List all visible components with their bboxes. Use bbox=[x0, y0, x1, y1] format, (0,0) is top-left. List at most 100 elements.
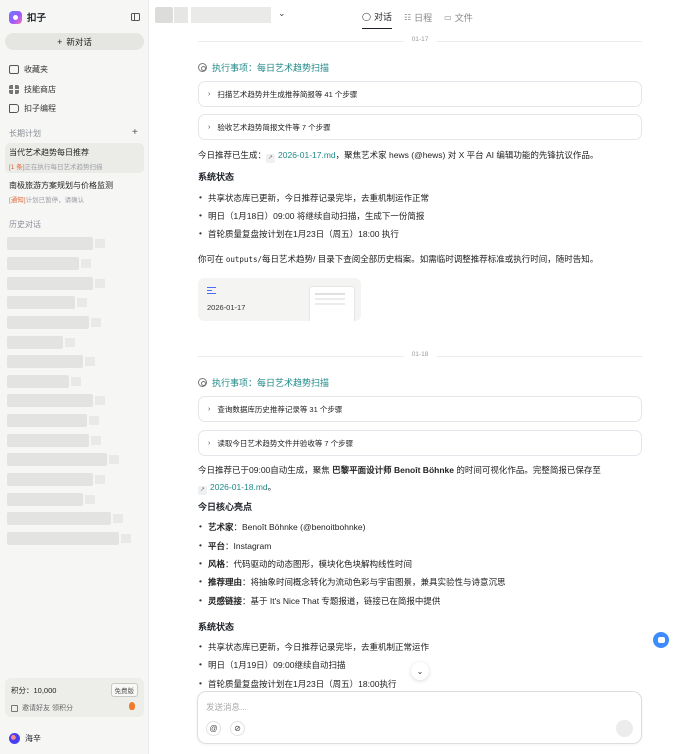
file-name: 2026-01-17 bbox=[207, 303, 246, 312]
file-thumbnail bbox=[309, 286, 355, 321]
paperclip-icon: ⊘ bbox=[234, 724, 241, 733]
history-item[interactable] bbox=[7, 394, 105, 407]
item-key: 推荐理由 bbox=[208, 577, 243, 587]
sidebar-item-label: 扣子编程 bbox=[24, 103, 56, 113]
user-profile[interactable]: 海辛 bbox=[9, 733, 41, 744]
step-group[interactable]: › 扫描艺术趋势并生成推荐简报等 41 个步骤 bbox=[198, 81, 642, 107]
step-label: 扫描艺术趋势并生成推荐简报等 41 个步骤 bbox=[217, 89, 358, 99]
item-key: 灵感链接 bbox=[208, 596, 243, 606]
sidebar: 扣子 + 新对话 收藏夹 技能商店 扣子编程 长期计划 + 当代艺术趋势每日推荐… bbox=[0, 0, 149, 754]
message-composer[interactable]: 发送消息... @ ⊘ bbox=[197, 691, 642, 744]
text: 每日艺术趋势/ 目录下查阅全部历史档案。如需临时调整推荐标准或执行时间，随时告知… bbox=[262, 254, 599, 264]
file-link[interactable]: 2026-01-18.md bbox=[210, 482, 268, 492]
history-item[interactable] bbox=[7, 336, 75, 349]
plus-icon: + bbox=[57, 36, 63, 47]
step-group[interactable]: › 读取今日艺术趋势文件并验收等 7 个步骤 bbox=[198, 430, 642, 456]
history-title: 历史对话 bbox=[9, 220, 41, 229]
project-name-blur[interactable] bbox=[191, 7, 271, 23]
history-item[interactable] bbox=[7, 512, 123, 525]
step-label: 读取今日艺术趋势文件并验收等 7 个步骤 bbox=[217, 438, 354, 448]
chevron-right-icon: › bbox=[208, 123, 211, 131]
at-icon: @ bbox=[209, 724, 218, 733]
new-chat-button[interactable]: + 新对话 bbox=[5, 33, 144, 50]
chevron-right-icon: › bbox=[208, 90, 211, 98]
history-item[interactable] bbox=[7, 316, 101, 329]
sidebar-item-skill-store[interactable]: 技能商店 bbox=[9, 82, 139, 96]
user-name: 海辛 bbox=[25, 734, 41, 743]
list-item: 艺术家：Benoît Böhnke (@benoitbohnke) bbox=[198, 521, 642, 533]
step-group[interactable]: › 查询数据库历史推荐记录等 31 个步骤 bbox=[198, 396, 642, 422]
recommendation-text: 今日推荐已生成： ↗ 2026-01-17.md，聚焦艺术家 hews (@hews… bbox=[198, 147, 642, 164]
text: 你可在 bbox=[198, 254, 226, 264]
history-item[interactable] bbox=[7, 375, 81, 388]
history-item[interactable] bbox=[7, 237, 105, 250]
plan-item[interactable]: 当代艺术趋势每日推荐 [1 条]正在执行每日艺术趋势扫描 bbox=[5, 143, 144, 173]
invite-label: 邀请好友 领积分 bbox=[22, 705, 73, 712]
invite-link[interactable]: 邀请好友 领积分 bbox=[11, 703, 73, 713]
add-plan-icon[interactable]: + bbox=[132, 127, 138, 138]
plan-sub: 正在执行每日艺术趋势扫描 bbox=[24, 164, 103, 171]
tab-files[interactable]: ▭ 文件 bbox=[444, 10, 473, 29]
history-item[interactable] bbox=[7, 355, 95, 368]
sidebar-toggle-icon[interactable] bbox=[131, 13, 140, 21]
list-item: 风格：代码驱动的动态图形，模块化色块解构线性时间 bbox=[198, 558, 642, 570]
plan-title: 南极旅游方案规划与价格监测 bbox=[9, 181, 113, 190]
chat-icon: ◯ bbox=[362, 12, 371, 21]
history-item[interactable] bbox=[7, 257, 91, 270]
scroll-down-button[interactable]: ⌄ bbox=[411, 662, 429, 680]
item-value: ：基于 It's Nice That 专题报道，链接已在简报中提供 bbox=[242, 596, 441, 606]
tab-chat[interactable]: ◯ 对话 bbox=[362, 10, 392, 29]
grid-icon bbox=[9, 84, 19, 94]
date-label: 01-17 bbox=[403, 36, 437, 43]
history-item[interactable] bbox=[7, 453, 119, 466]
text: 今日推荐已于09:00自动生成，聚焦 bbox=[198, 465, 333, 475]
document-icon bbox=[207, 287, 216, 294]
attach-button[interactable]: ⊘ bbox=[230, 721, 245, 736]
link-icon: ↗ bbox=[266, 154, 276, 163]
schedule-icon: ☷ bbox=[403, 12, 412, 22]
list-item: 明日（1月18日）09:00 将继续自动扫描，生成下一份简报 bbox=[198, 210, 642, 222]
assistant-float-button[interactable] bbox=[653, 632, 669, 648]
history-item[interactable] bbox=[7, 493, 95, 506]
step-group[interactable]: › 验收艺术趋势简报文件等 7 个步骤 bbox=[198, 114, 642, 140]
history-item[interactable] bbox=[7, 414, 99, 427]
new-chat-label: 新对话 bbox=[66, 36, 92, 47]
list-item: 灵感链接：基于 It's Nice That 专题报道，链接已在简报中提供 bbox=[198, 595, 642, 607]
history-item[interactable] bbox=[7, 532, 131, 545]
list-item: 平台：Instagram bbox=[198, 540, 642, 552]
history-item[interactable] bbox=[7, 296, 87, 309]
bold-text: 巴黎平面设计师 Benoît Böhnke bbox=[332, 465, 454, 475]
sidebar-item-favorites[interactable]: 收藏夹 bbox=[9, 62, 139, 76]
message-input[interactable]: 发送消息... bbox=[206, 701, 247, 713]
sidebar-item-coze-coding[interactable]: 扣子编程 bbox=[9, 101, 139, 115]
chevron-down-icon[interactable]: ⌄ bbox=[278, 8, 286, 19]
text: ，聚焦艺术家 hews (@hews) 对 X 平台 AI 编辑功能的先锋抗议作… bbox=[335, 150, 599, 160]
mention-button[interactable]: @ bbox=[206, 721, 221, 736]
sidebar-item-label: 收藏夹 bbox=[24, 64, 48, 74]
history-item[interactable] bbox=[7, 434, 101, 447]
chevron-right-icon: › bbox=[208, 439, 211, 447]
plan-badge[interactable]: 免费版 bbox=[110, 683, 138, 697]
brand-name: 扣子 bbox=[27, 13, 47, 24]
text: 的时间可视化作品。完整简报已保存至 bbox=[453, 465, 601, 475]
fire-icon bbox=[129, 702, 135, 710]
folder-icon: ▭ bbox=[444, 12, 452, 22]
item-value: ：Instagram bbox=[225, 541, 272, 551]
file-card[interactable]: 2026-01-17 bbox=[198, 278, 361, 321]
tab-schedule[interactable]: ☷ 日程 bbox=[404, 10, 432, 29]
history-item[interactable] bbox=[7, 473, 105, 486]
plan-item[interactable]: 南极旅游方案规划与价格监测 [通知]计划已暂停，请确认 bbox=[5, 176, 144, 206]
date-separator: 01-18 bbox=[198, 351, 642, 361]
chevron-down-icon: ⌄ bbox=[416, 666, 424, 676]
text: 。 bbox=[267, 482, 277, 492]
history-item[interactable] bbox=[7, 277, 105, 290]
sidebar-item-label: 技能商店 bbox=[24, 84, 56, 94]
item-value: ：代码驱动的动态图形，模块化色块解构线性时间 bbox=[225, 559, 413, 569]
item-key: 平台 bbox=[208, 541, 226, 551]
send-button[interactable] bbox=[616, 720, 633, 737]
file-link[interactable]: 2026-01-17.md bbox=[278, 150, 336, 160]
task-icon bbox=[198, 378, 207, 387]
credit-label: 积分：10,000 bbox=[11, 686, 57, 695]
task-icon bbox=[198, 63, 207, 72]
date-label: 01-18 bbox=[403, 351, 437, 358]
